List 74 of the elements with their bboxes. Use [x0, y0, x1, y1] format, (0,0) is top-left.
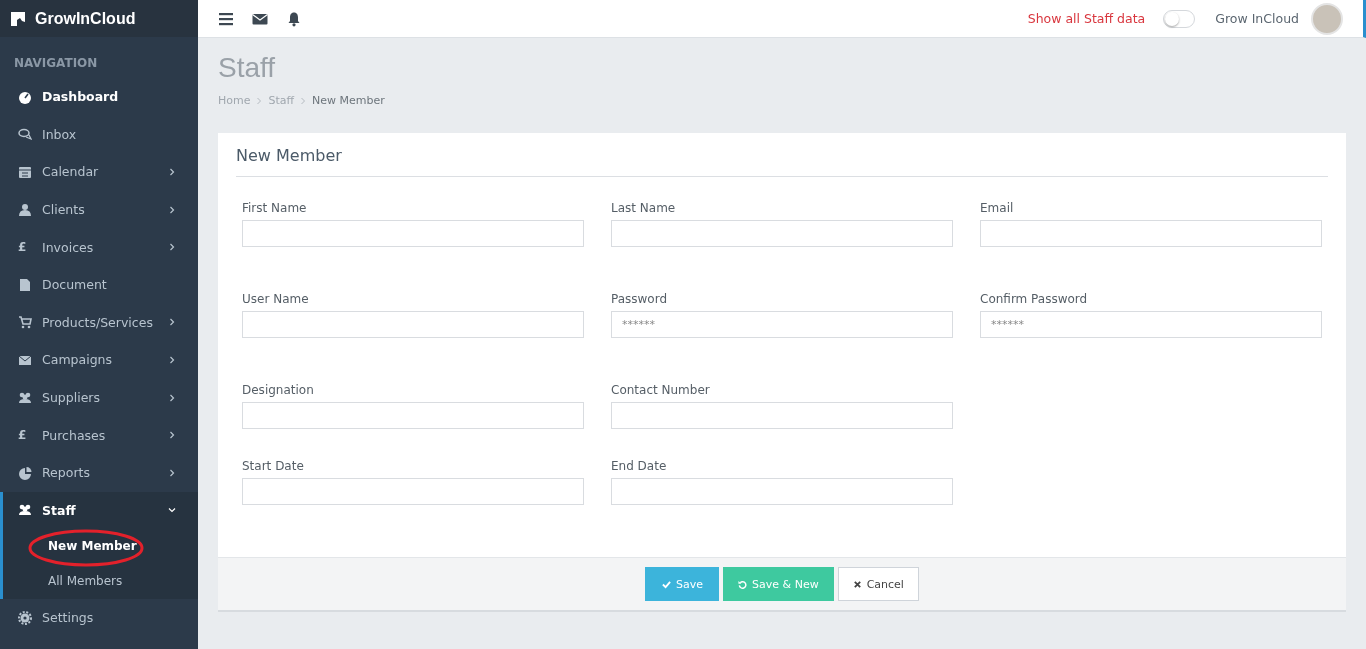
sidebar-item[interactable]: Reports: [0, 453, 198, 492]
input-field[interactable]: [980, 220, 1322, 247]
chevron-right-icon: [168, 393, 176, 402]
field-label: User Name: [242, 292, 310, 306]
sidebar-item[interactable]: Calendar: [0, 153, 198, 191]
input-field[interactable]: ******: [980, 311, 1322, 338]
input-field[interactable]: [611, 220, 953, 247]
input-field[interactable]: [611, 478, 953, 505]
submenu-item[interactable]: New Member: [3, 529, 198, 564]
brand-name: GrowInCloud: [35, 9, 136, 28]
page-title: Staff: [218, 52, 277, 84]
check-icon: [662, 579, 672, 589]
user-name[interactable]: Grow InCloud: [1215, 11, 1299, 26]
users-icon: [18, 390, 32, 405]
chevron-right-icon: [300, 96, 307, 105]
refresh-icon: [738, 579, 748, 589]
field-label: Confirm Password: [980, 292, 1089, 306]
input-field[interactable]: [242, 220, 584, 247]
input-field[interactable]: [242, 402, 584, 429]
chat-icon: [18, 127, 32, 142]
nav-heading: NAVIGATION: [13, 55, 99, 72]
calendar-icon: [18, 165, 32, 179]
sidebar-item[interactable]: Campaigns: [0, 341, 198, 379]
field-label: Email: [980, 201, 1015, 215]
sidebar-item[interactable]: Inbox: [0, 115, 198, 154]
input-field[interactable]: [242, 478, 584, 505]
sidebar-item[interactable]: Suppliers: [0, 378, 198, 417]
gear-icon: [18, 610, 32, 625]
menu-icon[interactable]: [218, 10, 234, 27]
pound-icon: £: [18, 240, 32, 255]
chevron-right-icon: [168, 355, 176, 364]
field-label: Designation: [242, 383, 315, 397]
chevron-right-icon: [168, 168, 176, 176]
chevron-right-icon: [256, 96, 263, 105]
input-field[interactable]: ******: [611, 311, 953, 338]
users-icon: [18, 503, 32, 518]
sidebar-item[interactable]: £ Invoices: [0, 228, 198, 266]
field-label: Start Date: [242, 459, 305, 473]
avatar[interactable]: [1311, 2, 1343, 35]
sidebar-item[interactable]: £ Purchases: [0, 416, 198, 454]
sidebar-item[interactable]: Products/Services: [0, 303, 198, 342]
pie-icon: [18, 465, 32, 480]
chevron-right-icon: [168, 468, 176, 477]
close-icon: [852, 579, 862, 589]
submenu-item[interactable]: All Members: [3, 563, 198, 600]
breadcrumb-current: New Member: [312, 94, 385, 107]
cart-icon: [18, 315, 32, 330]
field-label: Last Name: [611, 201, 677, 215]
sidebar-item[interactable]: Staff: [0, 491, 198, 530]
input-field[interactable]: [242, 311, 584, 338]
user-icon: [18, 202, 32, 217]
field-label: Password: [611, 292, 669, 306]
chevron-right-icon: [168, 205, 176, 214]
field-label: End Date: [611, 459, 668, 473]
sidebar-item[interactable]: Settings: [0, 599, 198, 637]
sidebar-item[interactable]: Dashboard: [0, 78, 198, 116]
field-label: First Name: [242, 201, 308, 215]
dashboard-icon: [18, 89, 32, 104]
field-label: Contact Number: [611, 383, 711, 397]
cancel-button[interactable]: Cancel: [837, 567, 919, 601]
sidebar-item[interactable]: Clients: [0, 190, 198, 229]
chevron-right-icon: [168, 318, 176, 327]
pound-icon: £: [18, 428, 32, 443]
file-icon: [18, 277, 32, 292]
sidebar-item[interactable]: Document: [0, 265, 198, 304]
chevron-right-icon: [168, 243, 176, 252]
toggle-switch[interactable]: [1163, 9, 1196, 28]
bell-icon[interactable]: [286, 10, 302, 27]
toggle-label: Show all Staff data: [1027, 11, 1146, 26]
input-field[interactable]: [611, 402, 953, 429]
chevron-down-icon: [168, 506, 176, 515]
chevron-right-icon: [168, 431, 176, 440]
logo-icon: [11, 11, 25, 26]
form-title: New Member: [236, 146, 1328, 177]
